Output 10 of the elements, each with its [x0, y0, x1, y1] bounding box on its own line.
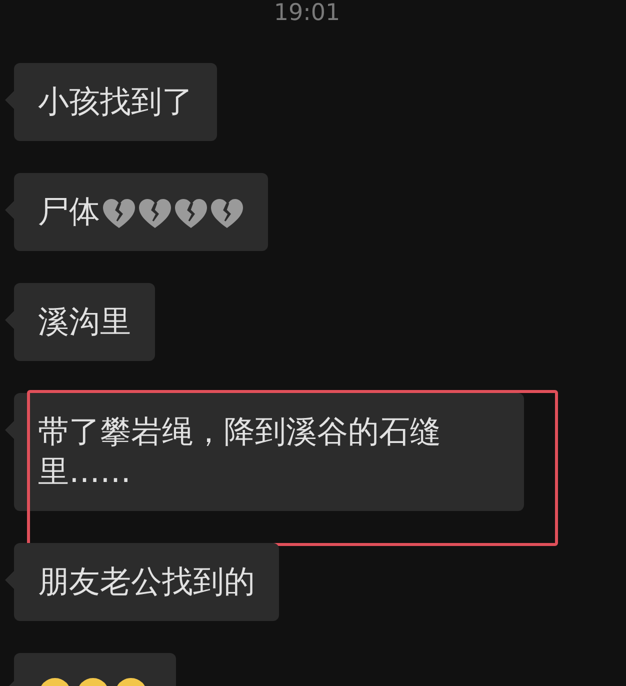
broken-heart-icon [210, 198, 244, 230]
broken-heart-icon [102, 198, 136, 230]
message-text: 溪沟里 [38, 304, 131, 340]
broken-heart-icon [138, 198, 172, 230]
message-text: 尸体 [38, 194, 100, 230]
message-text: 小孩找到了 [38, 84, 193, 120]
timestamp: 19:01 [274, 0, 340, 26]
broken-heart-icon [174, 198, 208, 230]
message-text: 带了攀岩绳，降到溪谷的石缝里…… [38, 414, 441, 490]
message-text: 朋友老公找到的 [38, 564, 255, 600]
